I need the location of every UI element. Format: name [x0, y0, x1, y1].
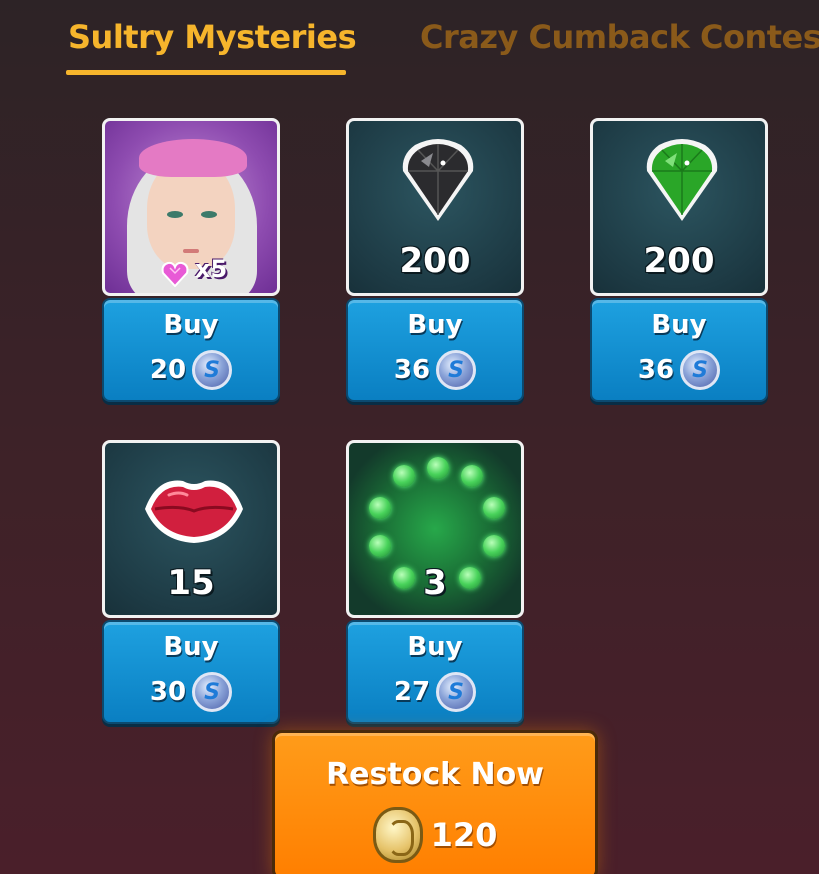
- shop-item-green-gem: 200 Buy 36: [590, 118, 768, 402]
- s-coin-icon: [680, 350, 721, 390]
- s-coin-icon: [192, 672, 233, 712]
- buy-button[interactable]: Buy 20: [102, 298, 280, 402]
- clover-icon: [369, 497, 391, 519]
- item-card[interactable]: 3: [346, 440, 524, 618]
- active-tab-indicator: [66, 70, 346, 75]
- clover-icon: [427, 457, 449, 479]
- item-card[interactable]: x5: [102, 118, 280, 296]
- price-value: 20: [149, 355, 187, 385]
- price-row: 27: [348, 672, 522, 712]
- clover-icon: [369, 535, 391, 557]
- character-eye: [167, 211, 183, 218]
- shop-item-clover-ring: 3 Buy 27: [346, 440, 524, 724]
- tab-crazy-cumback-contest[interactable]: Crazy Cumback Contes: [420, 18, 819, 56]
- clover-icon: [461, 465, 483, 487]
- buy-button[interactable]: Buy 36: [346, 298, 524, 402]
- character-bandana: [139, 139, 247, 177]
- buy-label: Buy: [651, 310, 707, 340]
- buy-label: Buy: [407, 310, 463, 340]
- price-row: 30: [104, 672, 278, 712]
- buy-button[interactable]: Buy 30: [102, 620, 280, 724]
- item-quantity: 15: [167, 563, 215, 603]
- item-quantity: x5: [195, 255, 228, 283]
- pink-heart-gem-icon: [161, 261, 189, 287]
- item-card[interactable]: 200: [590, 118, 768, 296]
- tab-sultry-mysteries[interactable]: Sultry Mysteries: [68, 18, 357, 56]
- character-eye: [201, 211, 217, 218]
- price-row: 36: [592, 350, 766, 390]
- restock-price: 120: [430, 816, 498, 854]
- price-value: 36: [393, 355, 431, 385]
- buy-label: Buy: [407, 632, 463, 662]
- gold-coin-icon: [372, 807, 423, 863]
- restock-label: Restock Now: [326, 757, 544, 792]
- price-value: 27: [393, 677, 431, 707]
- restock-price-row: 120: [275, 807, 595, 863]
- item-quantity: 3: [423, 563, 447, 603]
- green-gem-icon: [646, 139, 718, 221]
- clover-icon: [483, 535, 505, 557]
- clover-icon: [393, 465, 415, 487]
- price-value: 36: [637, 355, 675, 385]
- shop-item-portrait: x5 Buy 20: [102, 118, 280, 402]
- item-card[interactable]: 15: [102, 440, 280, 618]
- black-gem-icon: [402, 139, 474, 221]
- s-coin-icon: [192, 350, 233, 390]
- lips-icon: [145, 480, 243, 543]
- price-row: 20: [104, 350, 278, 390]
- shop-item-lips: 15 Buy 30: [102, 440, 280, 724]
- buy-button[interactable]: Buy 36: [590, 298, 768, 402]
- s-coin-icon: [436, 672, 477, 712]
- s-coin-icon: [436, 350, 477, 390]
- buy-label: Buy: [163, 632, 219, 662]
- clover-icon: [483, 497, 505, 519]
- buy-label: Buy: [163, 310, 219, 340]
- shop-tabs: Sultry Mysteries Crazy Cumback Contes: [0, 0, 819, 80]
- character-mouth: [183, 249, 199, 253]
- item-quantity: 200: [643, 241, 715, 281]
- restock-now-button[interactable]: Restock Now 120: [272, 730, 598, 874]
- item-quantity: 200: [399, 241, 471, 281]
- shop-item-black-gem: 200 Buy 36: [346, 118, 524, 402]
- price-value: 30: [149, 677, 187, 707]
- item-card[interactable]: 200: [346, 118, 524, 296]
- price-row: 36: [348, 350, 522, 390]
- buy-button[interactable]: Buy 27: [346, 620, 524, 724]
